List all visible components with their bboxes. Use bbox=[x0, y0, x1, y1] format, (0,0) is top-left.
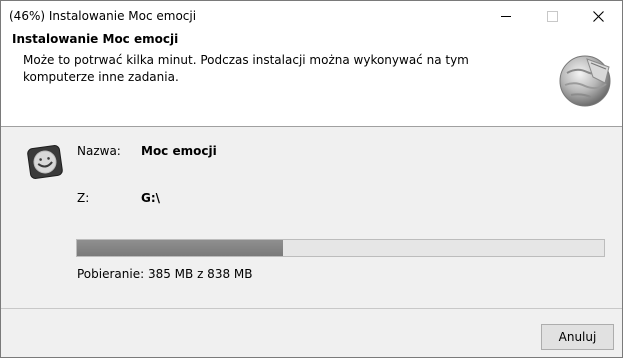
installer-globe-icon bbox=[559, 55, 611, 107]
minimize-icon bbox=[501, 15, 511, 17]
progress-status: Pobieranie: 385 MB z 838 MB bbox=[77, 267, 253, 281]
maximize-icon bbox=[546, 10, 558, 22]
cancel-button[interactable]: Anuluj bbox=[541, 324, 614, 350]
header-description: Może to potrwać kilka minut. Podczas ins… bbox=[23, 53, 469, 84]
title-bar[interactable]: (46%) Instalowanie Moc emocji bbox=[1, 1, 622, 31]
minimize-button[interactable] bbox=[483, 1, 529, 31]
maximize-button bbox=[529, 1, 575, 31]
from-value: G:\ bbox=[141, 191, 161, 205]
close-button[interactable] bbox=[575, 1, 621, 31]
download-progress-bar bbox=[76, 239, 605, 257]
footer-panel bbox=[1, 309, 622, 357]
smile-app-icon bbox=[27, 145, 63, 179]
progress-bar-fill bbox=[77, 240, 283, 256]
window-title: (46%) Instalowanie Moc emocji bbox=[9, 9, 197, 23]
header-title: Instalowanie Moc emocji bbox=[12, 32, 179, 46]
name-label: Nazwa: bbox=[77, 144, 121, 158]
name-value: Moc emocji bbox=[141, 144, 217, 158]
installer-window: (46%) Instalowanie Moc emocji Instalowan… bbox=[0, 0, 623, 358]
close-icon bbox=[592, 10, 604, 22]
from-label: Z: bbox=[77, 191, 90, 205]
